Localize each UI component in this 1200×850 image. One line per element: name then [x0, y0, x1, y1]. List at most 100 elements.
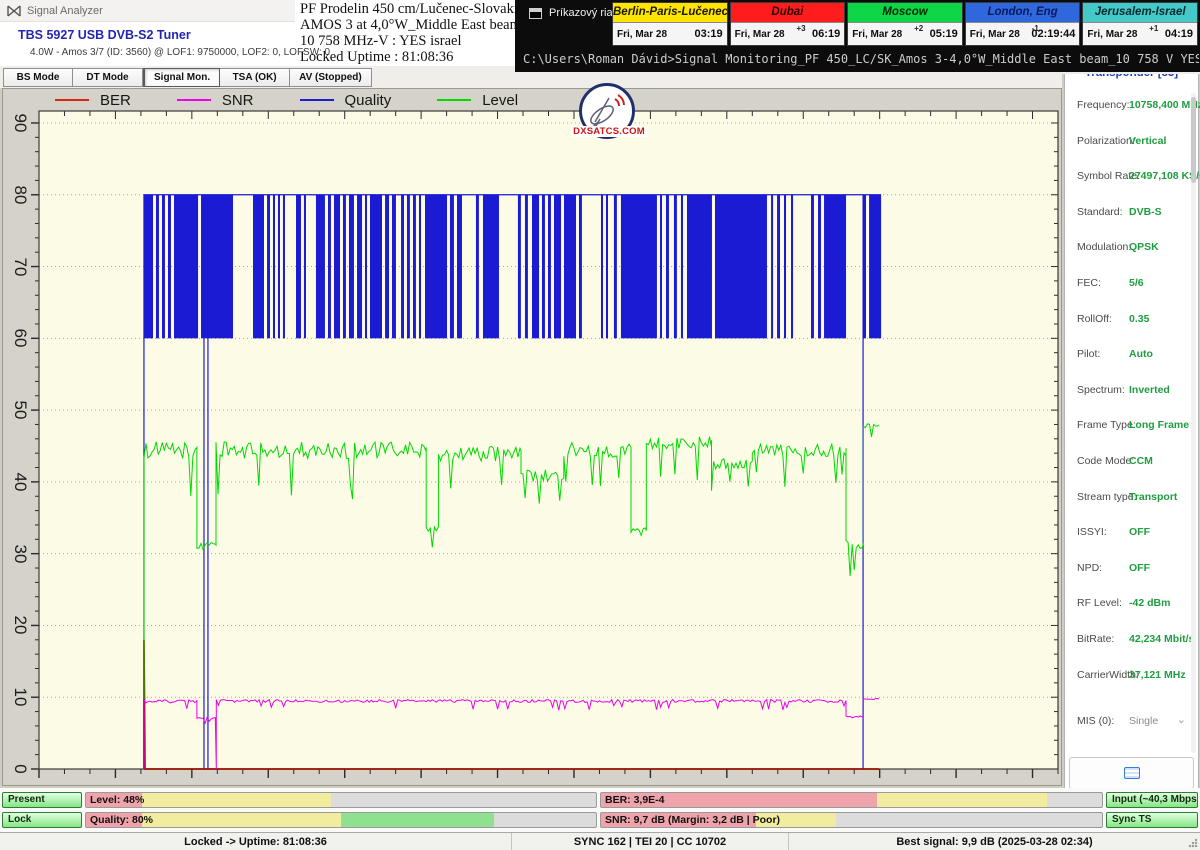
station-line-satellite: AMOS 3 at 4,0°W_Middle East beam: [300, 17, 515, 33]
signal-analyzer-icon: [7, 5, 21, 17]
y-tick-label-60: 60: [10, 325, 30, 351]
transponder-row-value: 42,234 Mbit/s: [1129, 633, 1194, 645]
clock-berlin-paris-lu-enec: Berlin-Paris-LučenecFri, Mar 2803:19: [612, 2, 728, 46]
transponder-row-label: Frame Type:: [1077, 419, 1136, 431]
mis-label: MIS (0):: [1077, 715, 1114, 727]
y-tick-label-70: 70: [10, 254, 30, 280]
tabs: BS ModeDT ModeSignal Mon.TSA (OK)AV (Sto…: [3, 68, 372, 87]
transponder-row-frame-type-: Frame Type:Long Frame: [1065, 419, 1198, 435]
transponder-row-spectrum-: Spectrum:Inverted: [1065, 384, 1198, 400]
lock-badge: Lock: [2, 812, 82, 828]
y-tick-label-50: 50: [10, 397, 30, 423]
transponder-row-label: RF Level:: [1077, 597, 1122, 609]
transponder-row-value: 0.35: [1129, 313, 1149, 325]
transponder-row-modulation-: Modulation:QPSK: [1065, 241, 1198, 257]
clock-city: Dubai: [731, 3, 845, 22]
sidebar-scrollbar[interactable]: [1191, 93, 1196, 753]
transponder-row-label: FEC:: [1077, 277, 1101, 289]
transponder-row-value: Long Frame: [1129, 419, 1189, 431]
transponder-row-symbol-rate-: Symbol Rate:27497,108 KS/s: [1065, 170, 1198, 186]
clock-utc-offset: +2: [914, 24, 923, 33]
transponder-row-value: OFF: [1129, 562, 1150, 574]
clock-utc-offset: +3: [796, 24, 805, 33]
signal-chart: BERSNRQualityLevel 0102030405060708090 D…: [2, 88, 1062, 786]
statusbar: Locked -> Uptime: 81:08:36 SYNC 162 | TE…: [0, 832, 1200, 850]
clock-city: London, Eng: [966, 3, 1080, 22]
transponder-row-value: QPSK: [1129, 241, 1159, 253]
clock-time: 04:19: [1165, 28, 1193, 40]
transponder-row-label: BitRate:: [1077, 633, 1114, 645]
statusbar-sync: SYNC 162 | TEI 20 | CC 10702: [512, 833, 789, 850]
logo-text: DXSATCS.COM: [570, 126, 648, 137]
mis-row: MIS (0): Single ⌄: [1065, 715, 1198, 731]
ber-meter-label: BER: 3,9E-4: [605, 794, 665, 806]
tuner-config: 4.0W - Amos 3/7 (ID: 3560) @ LOF1: 97500…: [30, 47, 330, 58]
tab-dt-mode[interactable]: DT Mode: [73, 68, 143, 87]
tab-tsa-ok-[interactable]: TSA (OK): [220, 68, 290, 87]
clock-utc-offset: +1: [1149, 24, 1158, 33]
transponder-list-button[interactable]: [1069, 757, 1194, 789]
transponder-row-stream-type-: Stream type:Transport: [1065, 491, 1198, 507]
transponder-row-label: Modulation:: [1077, 241, 1131, 253]
transponder-row-issyi-: ISSYI: OFF: [1065, 526, 1198, 542]
mis-value[interactable]: Single: [1129, 715, 1158, 727]
quality-meter: Quality: 80%: [85, 812, 597, 828]
transponder-row-value: Inverted: [1129, 384, 1170, 396]
transponder-row-standard-: Standard: DVB-S: [1065, 206, 1198, 222]
y-tick-label-20: 20: [10, 612, 30, 638]
sidebar-scrollbar-thumb[interactable]: [1191, 97, 1196, 183]
clock-date: Fri, Mar 28: [852, 29, 902, 40]
tab-av-stopped-[interactable]: AV (Stopped): [290, 68, 372, 87]
transponder-row-value: OFF: [1129, 526, 1150, 538]
statusbar-best-signal: Best signal: 9,9 dB (2025-03-28 02:34): [789, 833, 1200, 850]
transponder-row-value: Auto: [1129, 348, 1153, 360]
clock-time: 05:19: [930, 28, 958, 40]
transponder-row-value: Vertical: [1129, 135, 1166, 147]
transponder-row-label: RollOff:: [1077, 313, 1112, 325]
tab-signal-mon-[interactable]: Signal Mon.: [143, 68, 220, 87]
level-meter-segment: [142, 793, 331, 807]
quality-meter-segment: [341, 813, 494, 827]
meters-area: Present Lock Input (~40,3 Mbps) Sync TS …: [0, 788, 1200, 832]
sync-ts-badge: Sync TS: [1106, 812, 1198, 828]
quality-meter-label: Quality: 80%: [90, 814, 153, 826]
input-badge: Input (~40,3 Mbps): [1106, 792, 1198, 808]
level-meter-label: Level: 48%: [90, 794, 144, 806]
transponder-row-value: -42 dBm: [1129, 597, 1170, 609]
tab-bs-mode[interactable]: BS Mode: [3, 68, 73, 87]
app-title: Signal Analyzer: [27, 5, 103, 17]
transponder-row-rf-level-: RF Level: -42 dBm: [1065, 597, 1198, 613]
transponder-row-value: 27497,108 KS/s: [1129, 170, 1200, 182]
transponder-row-label: Stream type:: [1077, 491, 1137, 503]
transponder-row-value: Transport: [1129, 491, 1177, 503]
level-meter: Level: 48%: [85, 792, 597, 808]
clock-city: Berlin-Paris-Lučenec: [613, 3, 727, 22]
transponder-row-label: Polarization:: [1077, 135, 1135, 147]
clock-date: Fri, Mar 28: [970, 29, 1020, 40]
ber-meter: BER: 3,9E-4: [600, 792, 1103, 808]
clock-london-eng: London, EngFri, Mar 28-102:19:44: [965, 2, 1081, 46]
transponder-row-bitrate-: BitRate: 42,234 Mbit/s: [1065, 633, 1198, 649]
transponder-row-label: Standard:: [1077, 206, 1123, 218]
transponder-row-carrierwidth-: CarrierWidth:37,121 MHz: [1065, 669, 1198, 685]
transponder-row-label: ISSYI:: [1077, 526, 1107, 538]
transponder-row-frequency-: Frequency:10758,400 MHz: [1065, 99, 1198, 115]
y-tick-label-10: 10: [10, 684, 30, 710]
resize-grip[interactable]: [1188, 838, 1198, 848]
transponder-row-pilot-: Pilot:Auto: [1065, 348, 1198, 364]
dxsatcs-logo: DXSATCS.COM: [576, 83, 642, 139]
clock-city: Moscow: [848, 3, 962, 22]
cmd-prompt-text[interactable]: C:\Users\Roman Dávid>Signal Monitoring_P…: [523, 52, 1199, 66]
chevron-down-icon[interactable]: ⌄: [1177, 713, 1186, 726]
station-line-frequency: 10 758 MHz-V : YES israel: [300, 33, 515, 49]
y-tick-label-80: 80: [10, 182, 30, 208]
snr-meter: SNR: 9,7 dB (Margin: 3,2 dB | Poor): [600, 812, 1103, 828]
transponder-panel: Transponder [83] Frequency:10758,400 MHz…: [1064, 64, 1199, 793]
transponder-row-label: Code Mode:: [1077, 455, 1134, 467]
transponder-row-value: CCM: [1129, 455, 1153, 467]
transponder-row-value: DVB-S: [1129, 206, 1162, 218]
transponder-row-rolloff-: RollOff: 0.35: [1065, 313, 1198, 329]
clock-jerusalem-israel: Jerusalem-IsraelFri, Mar 28+104:19: [1082, 2, 1198, 46]
transponder-row-value: 10758,400 MHz: [1129, 99, 1200, 111]
y-tick-label-0: 0: [10, 756, 30, 782]
